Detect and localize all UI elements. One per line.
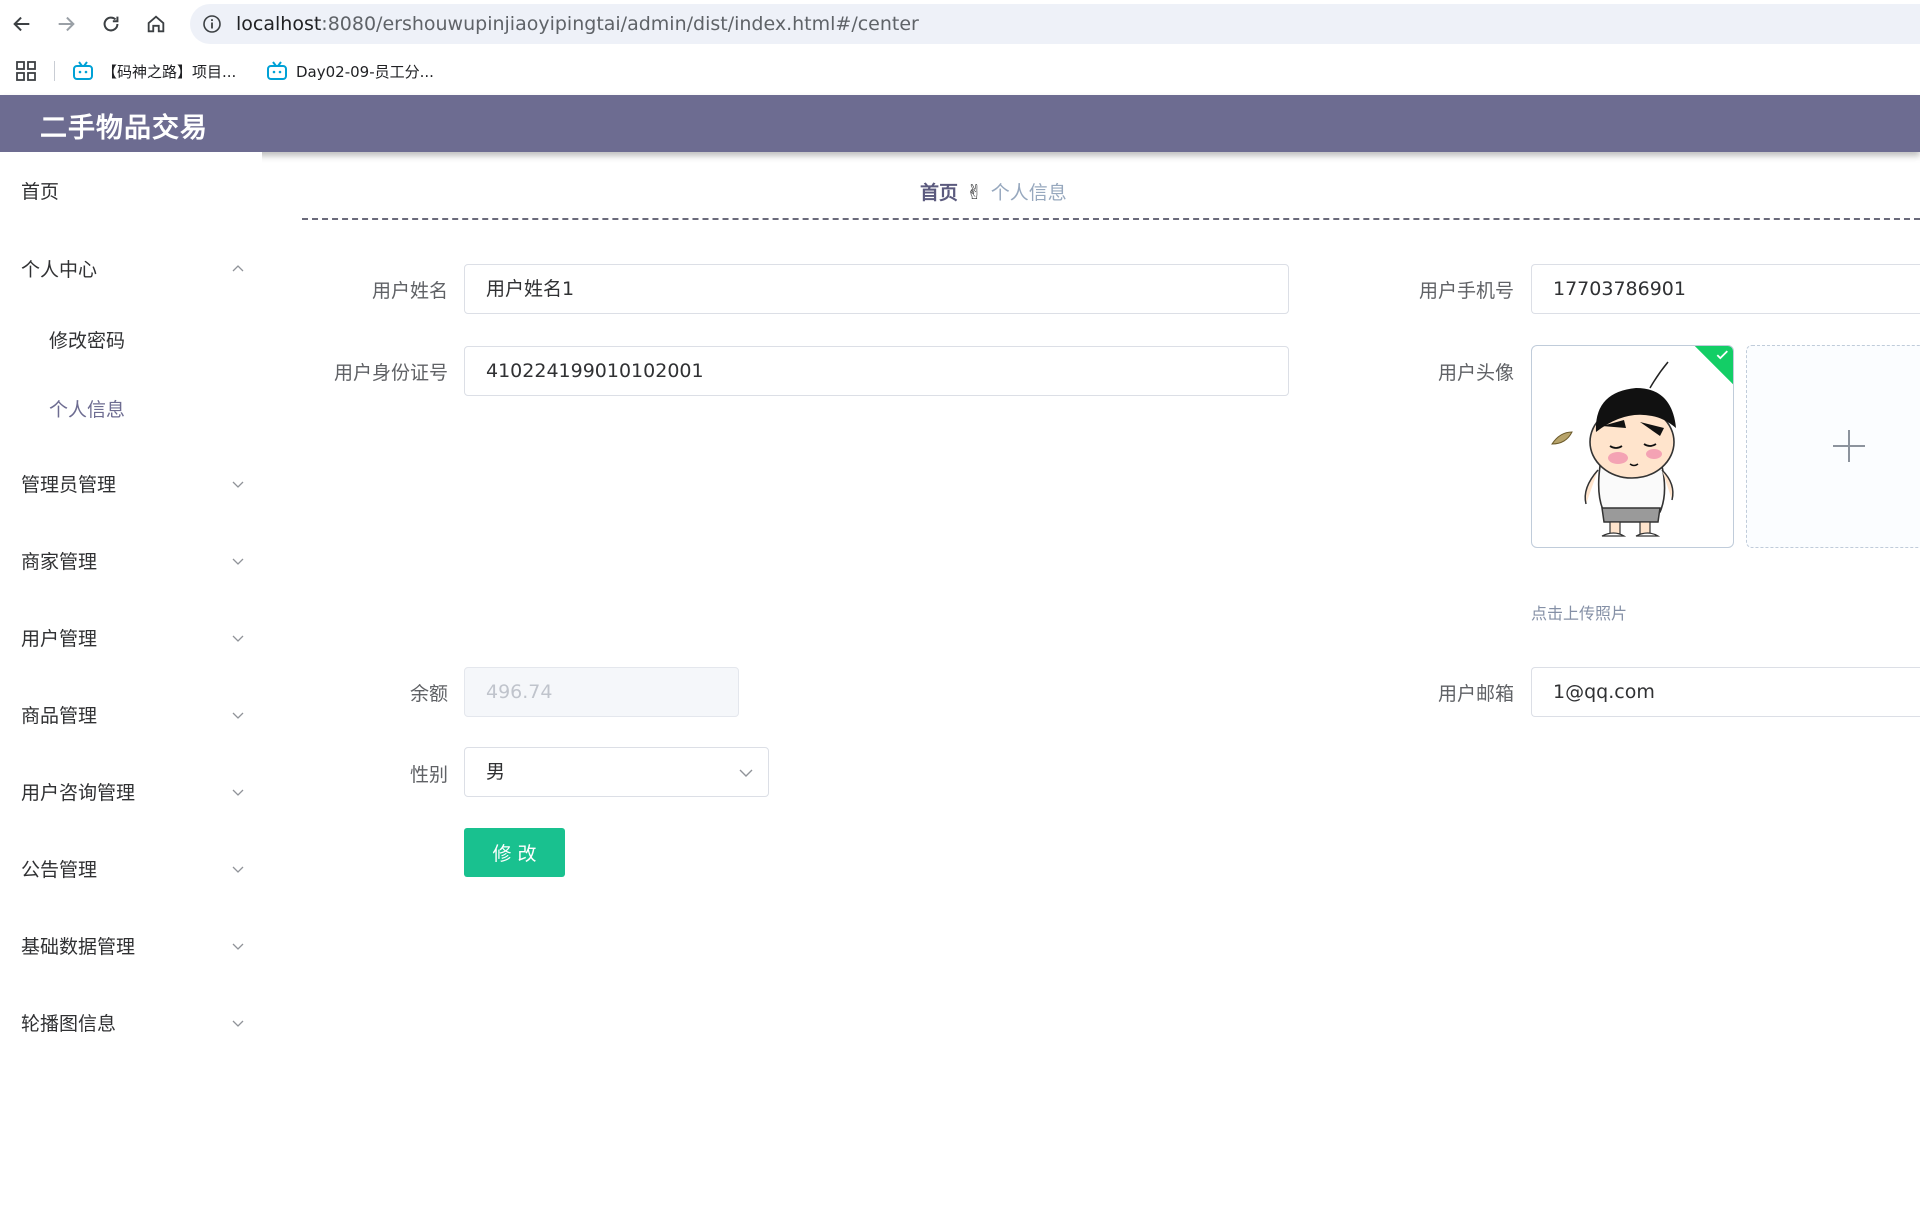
sidebar-item-admin-management[interactable]: 管理员管理 [0,455,262,511]
sidebar-item-label: 首页 [21,180,60,203]
chevron-down-icon [231,630,245,644]
breadcrumb-separator-icon: ✌ [966,179,983,204]
plus-icon [1833,430,1865,462]
idcard-label: 用户身份证号 [333,362,448,384]
sidebar-item-label: 轮播图信息 [21,1012,117,1035]
sidebar-item-label: 修改密码 [49,329,126,352]
bilibili-icon [73,61,93,80]
bilibili-icon [267,61,287,80]
browser-toolbar: localhost:8080/ershouwupinjiaoyipingtai/… [0,0,1920,47]
name-label: 用户姓名 [371,280,448,302]
sidebar-item-user-management[interactable]: 用户管理 [0,609,262,665]
upload-tip: 点击上传照片 [1531,604,1628,623]
chevron-up-icon [231,261,245,275]
breadcrumb-home[interactable]: 首页 [920,178,958,205]
gender-select-value: 男 [486,761,506,783]
sidebar-item-notice-management[interactable]: 公告管理 [0,840,262,896]
chevron-down-icon [739,769,753,777]
sidebar-item-label: 个人中心 [21,258,98,281]
forward-icon[interactable] [51,9,81,39]
sidebar-item-label: 管理员管理 [21,473,117,496]
chevron-down-icon [231,938,245,952]
chevron-down-icon [231,553,245,567]
bookmark-2[interactable]: Day02-09-员工分... [266,60,434,82]
sidebar-item-change-password[interactable]: 修改密码 [0,311,262,367]
breadcrumb-divider [302,218,1920,220]
idcard-input[interactable]: 410224199010102001 [464,346,1289,396]
site-info-icon[interactable] [202,14,222,34]
sidebar-item-home[interactable]: 首页 [0,162,262,218]
sidebar-item-label: 用户咨询管理 [21,781,136,804]
sidebar: 首页 个人中心 修改密码 个人信息 管理员管理 商家管理 用户管理 商品管理 用… [0,152,262,1215]
sidebar-item-label: 公告管理 [21,858,98,881]
app-header: 二手物品交易 [0,95,1920,152]
chevron-down-icon [231,476,245,490]
gender-label: 性别 [409,764,448,786]
breadcrumb-current: 个人信息 [990,182,1067,204]
sidebar-item-personal-info[interactable]: 个人信息 [0,380,262,436]
gender-select[interactable]: 男 [464,747,769,797]
url-path: :8080/ershouwupinjiaoyipingtai/admin/dis… [321,13,919,35]
sidebar-item-label: 用户管理 [21,627,98,650]
sidebar-item-personal-center[interactable]: 个人中心 [0,240,262,296]
bookmarks-bar: 【码神之路】项目... Day02-09-员工分... [0,47,1920,95]
name-input[interactable]: 用户姓名1 [464,264,1289,314]
check-icon [1716,350,1728,360]
sidebar-item-label: 基础数据管理 [21,935,136,958]
email-label: 用户邮箱 [1437,683,1514,705]
sidebar-item-merchant-management[interactable]: 商家管理 [0,532,262,588]
sidebar-item-label: 商品管理 [21,704,98,727]
sidebar-item-consult-management[interactable]: 用户咨询管理 [0,763,262,819]
avatar-image[interactable] [1531,345,1734,548]
url-text[interactable]: localhost:8080/ershouwupinjiaoyipingtai/… [236,13,919,35]
url-host: localhost [236,13,322,35]
sidebar-item-goods-management[interactable]: 商品管理 [0,686,262,742]
bookmark-1[interactable]: 【码神之路】项目... [72,60,236,82]
bookmarks-divider [54,61,55,81]
breadcrumb: 首页 ✌ 个人信息 [920,178,1067,205]
avatar-label: 用户头像 [1437,362,1514,384]
balance-label: 余额 [409,683,448,705]
submit-button[interactable]: 修改 [464,828,565,877]
chevron-down-icon [231,861,245,875]
avatar-upload-button[interactable] [1746,345,1920,548]
address-bar[interactable]: localhost:8080/ershouwupinjiaoyipingtai/… [190,4,1920,44]
home-icon[interactable] [141,9,171,39]
sidebar-item-basic-data[interactable]: 基础数据管理 [0,917,262,973]
sidebar-item-carousel[interactable]: 轮播图信息 [0,994,262,1050]
phone-input[interactable]: 17703786901 [1531,264,1920,314]
chevron-down-icon [231,784,245,798]
reload-icon[interactable] [96,9,126,39]
apps-grid-icon[interactable] [15,60,37,82]
back-icon[interactable] [7,9,37,39]
sidebar-item-label: 个人信息 [49,398,126,421]
sidebar-item-label: 商家管理 [21,550,98,573]
balance-input: 496.74 [464,667,739,717]
email-input[interactable]: 1@qq.com [1531,667,1920,717]
bookmark-1-label: 【码神之路】项目... [102,62,237,81]
phone-label: 用户手机号 [1418,280,1514,302]
app-title: 二手物品交易 [40,113,208,144]
bookmark-2-label: Day02-09-员工分... [296,62,434,81]
chevron-down-icon [231,1015,245,1029]
chevron-down-icon [231,707,245,721]
avatar-cartoon-icon [1551,361,1676,537]
